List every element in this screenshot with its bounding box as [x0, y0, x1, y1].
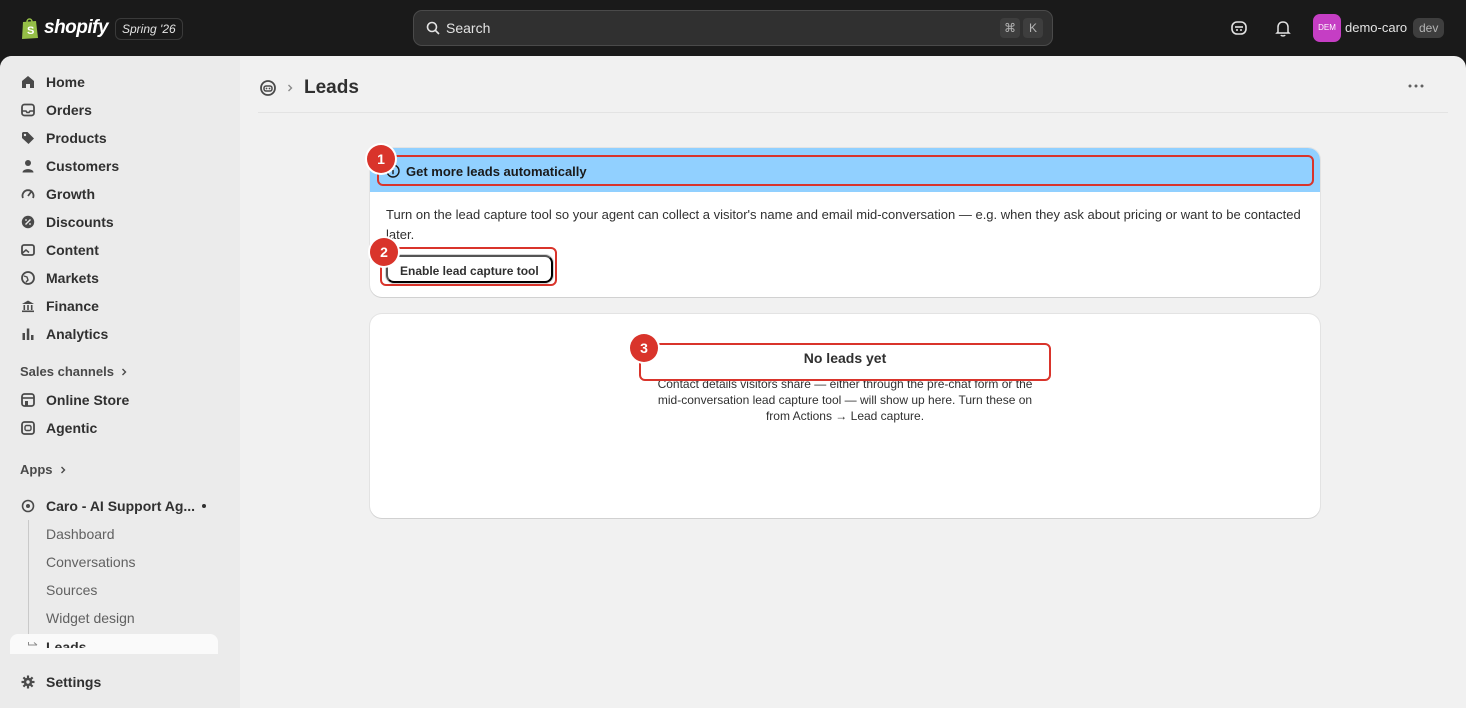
sidebar-item-label: Agentic — [46, 420, 98, 436]
sidebar-item-analytics[interactable]: Analytics — [10, 320, 218, 348]
shortcut-k-key: K — [1023, 18, 1043, 38]
pin-dot — [202, 504, 206, 508]
inbox-icon — [20, 102, 36, 118]
shopify-bag-icon: S — [22, 18, 38, 39]
sidebar-item-label: Markets — [46, 270, 99, 286]
bank-icon — [20, 298, 36, 314]
sidebar-item-label: Customers — [46, 158, 120, 174]
edition-badge[interactable]: Spring '26 — [115, 18, 183, 40]
sidebar-item-home[interactable]: Home — [10, 68, 218, 96]
sidekick-icon[interactable] — [1229, 18, 1249, 38]
sales-channels-heading[interactable]: Sales channels — [20, 364, 130, 379]
sidebar-item-discounts[interactable]: Discounts — [10, 208, 218, 236]
sidebar-item-label: Settings — [46, 674, 102, 690]
gauge-icon — [20, 186, 36, 202]
apps-label: Apps — [20, 462, 53, 477]
apps-heading[interactable]: Apps — [20, 462, 69, 477]
sidebar-item-label: Content — [46, 242, 99, 258]
annotation-box-1 — [377, 155, 1314, 186]
shortcut-cmd-key: ⌘ — [1000, 18, 1020, 38]
gear-icon — [20, 674, 36, 690]
subnav-item-dashboard[interactable]: Dashboard — [46, 526, 115, 542]
annotation-badge-2: 2 — [370, 238, 398, 266]
subnav-elbow-icon — [28, 642, 38, 646]
sidebar-item-label: Analytics — [46, 326, 109, 342]
sidebar-item-label: Home — [46, 74, 85, 90]
breadcrumb: Leads — [258, 74, 359, 102]
empty-state-text: Contact details visitors share — either … — [657, 377, 1033, 423]
sidebar-item-label: Growth — [46, 186, 95, 202]
sidebar-item-label: Products — [46, 130, 107, 146]
svg-text:S: S — [27, 25, 34, 37]
header-divider — [258, 112, 1448, 113]
annotation-badge-3: 3 — [630, 334, 658, 362]
discount-icon — [20, 214, 36, 230]
page-title: Leads — [304, 77, 359, 98]
person-icon — [20, 158, 36, 174]
sidebar-item-online-store[interactable]: Online Store — [10, 386, 218, 414]
sidebar-item-growth[interactable]: Growth — [10, 180, 218, 208]
chevron-right-icon — [288, 84, 293, 92]
annotation-box-3 — [639, 343, 1051, 381]
sidebar-item-orders[interactable]: Orders — [10, 96, 218, 124]
sidebar-item-products[interactable]: Products — [10, 124, 218, 152]
sidebar-item-label: Discounts — [46, 214, 114, 230]
app-icon — [20, 498, 36, 514]
active-subitem-highlight — [10, 634, 218, 654]
sidebar-item-label: Online Store — [46, 392, 130, 408]
sidebar-item-finance[interactable]: Finance — [10, 292, 218, 320]
sidebar-item-label: Orders — [46, 102, 92, 118]
sidebar-item-caro-app[interactable]: Caro - AI Support Ag... — [10, 492, 218, 520]
search-placeholder: Search — [446, 20, 491, 36]
chevron-right-icon — [60, 466, 65, 473]
sales-channels-label: Sales channels — [20, 364, 114, 379]
avatar[interactable]: DEM — [1313, 14, 1341, 42]
subnav-item-leads[interactable]: Leads — [46, 638, 86, 648]
sidebar-item-settings[interactable]: Settings — [10, 668, 218, 696]
sidebar-item-content[interactable]: Content — [10, 236, 218, 264]
annotation-box-2 — [380, 247, 557, 286]
brand-name: shopify — [44, 17, 109, 38]
globe-icon — [20, 270, 36, 286]
subnav-line — [28, 520, 29, 640]
admin-frame: Home Orders Products Customers Growth Di… — [0, 56, 1466, 708]
more-actions-icon[interactable] — [1404, 76, 1428, 96]
search-input[interactable]: Search ⌘ K — [413, 10, 1053, 46]
search-icon — [426, 21, 440, 35]
env-badge: dev — [1413, 18, 1445, 38]
sidebar-item-label: Finance — [46, 298, 99, 314]
tag-icon — [20, 130, 36, 146]
sidebar-item-agentic[interactable]: Agentic — [10, 414, 218, 442]
chevron-right-icon — [121, 368, 127, 375]
sidebar-item-markets[interactable]: Markets — [10, 264, 218, 292]
top-bar: S shopify Spring '26 Search ⌘ K DEM demo… — [0, 0, 1466, 56]
subnav-item-sources[interactable]: Sources — [46, 582, 97, 598]
sidebar-item-label: Caro - AI Support Ag... — [46, 498, 196, 514]
shopify-logo[interactable]: S shopify — [20, 14, 109, 42]
annotation-badge-1: 1 — [367, 145, 395, 173]
bar-chart-icon — [20, 326, 36, 342]
app-icon[interactable] — [258, 78, 278, 98]
image-icon — [20, 242, 36, 258]
sidebar: Home Orders Products Customers Growth Di… — [0, 56, 240, 708]
bell-icon[interactable] — [1273, 18, 1293, 38]
store-icon — [20, 392, 36, 408]
store-name[interactable]: demo-caro — [1345, 20, 1407, 35]
subnav-item-conversations[interactable]: Conversations — [46, 554, 136, 570]
sidebar-item-customers[interactable]: Customers — [10, 152, 218, 180]
robot-icon — [20, 420, 36, 436]
subnav-item-widget-design[interactable]: Widget design — [46, 610, 135, 626]
banner-body: Turn on the lead capture tool so your ag… — [386, 207, 1301, 242]
home-icon — [20, 74, 36, 90]
